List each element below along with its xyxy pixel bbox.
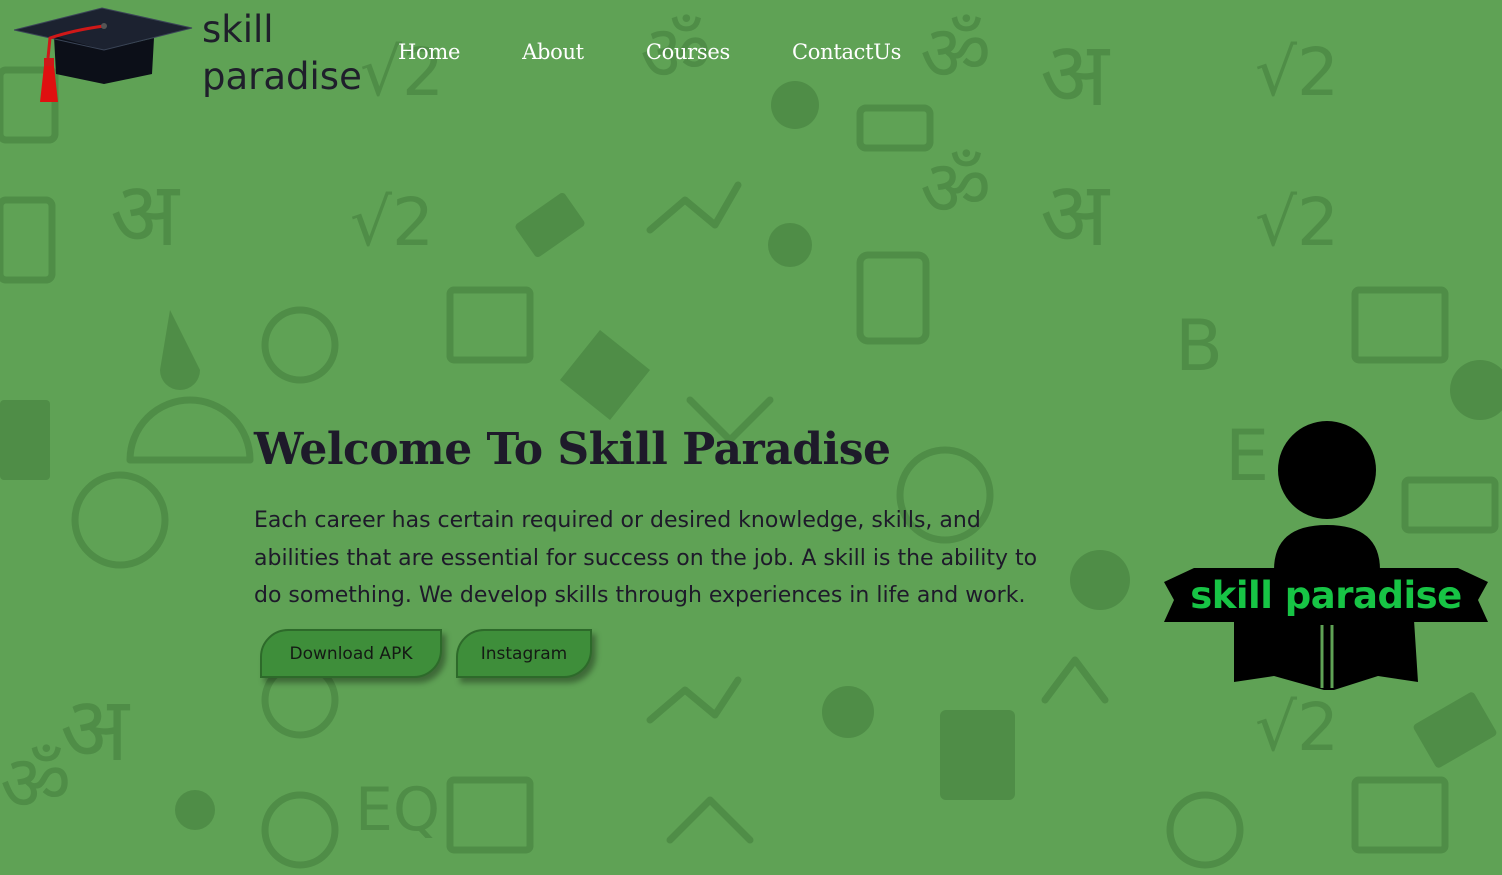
main-nav: Home About Courses ContactUs (398, 40, 963, 64)
nav-courses[interactable]: Courses (646, 40, 730, 64)
hero-description: Each career has certain required or desi… (254, 508, 1038, 608)
reader-illustration: skill paradise (1164, 420, 1488, 692)
site-header: skill paradise Home About Courses Contac… (0, 0, 1502, 120)
brand-name[interactable]: skill paradise (202, 6, 362, 100)
brand-line-1: skill (202, 8, 274, 51)
svg-text:B: B (1175, 305, 1223, 387)
nav-about[interactable]: About (522, 40, 584, 64)
instagram-button[interactable]: Instagram (456, 629, 592, 678)
svg-text:EQ: EQ (355, 775, 440, 845)
nav-home[interactable]: Home (398, 40, 460, 64)
svg-text:√2: √2 (350, 184, 434, 261)
graduation-cap-icon[interactable] (13, 6, 196, 106)
download-apk-button[interactable]: Download APK (260, 629, 442, 678)
svg-text:अ: अ (1040, 162, 1111, 267)
svg-text:अ: अ (110, 162, 181, 267)
svg-text:√2: √2 (1255, 689, 1339, 766)
hero-section: Welcome To Skill Paradise Each career ha… (254, 422, 1074, 615)
nav-contact[interactable]: ContactUs (792, 40, 901, 64)
brand-line-2: paradise (202, 55, 362, 98)
svg-text:ॐ: ॐ (0, 739, 71, 829)
hero-buttons: Download APK Instagram (260, 629, 592, 678)
person-reading-icon (1164, 421, 1488, 690)
hero-title: Welcome To Skill Paradise (254, 424, 891, 475)
svg-text:√2: √2 (1255, 184, 1339, 261)
illustration-label: skill paradise (1190, 574, 1462, 617)
svg-text:ॐ: ॐ (920, 144, 991, 234)
